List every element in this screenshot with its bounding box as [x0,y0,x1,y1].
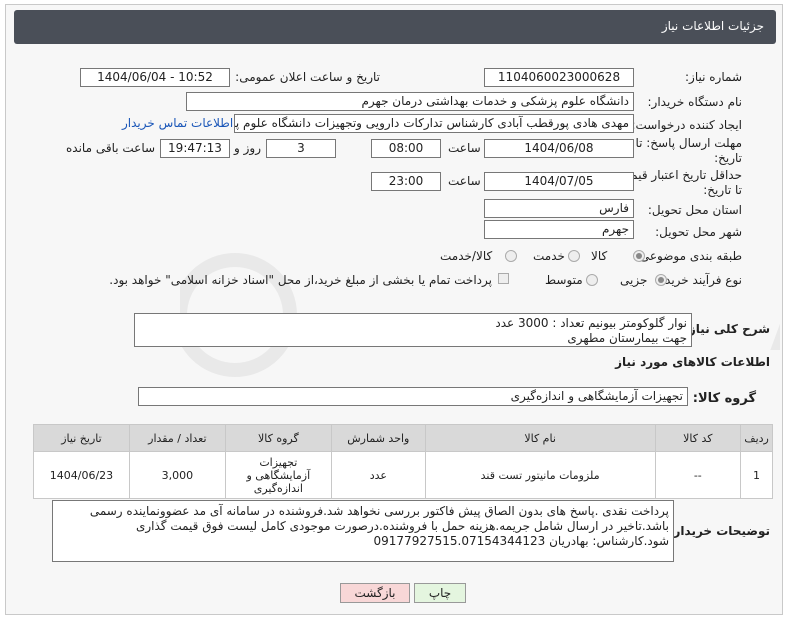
cell-code: -- [654,451,742,499]
category-radio-service[interactable] [568,250,580,262]
need-number-label: شماره نیاز: [685,70,742,84]
creator-field: مهدی هادی پورقطب آبادی کارشناس تدارکات د… [234,114,634,133]
buyer-contact-link[interactable]: اطلاعات تماس خریدار [122,116,233,130]
buyer-notes-label: توضیحات خریدار: [668,524,770,538]
announce-field: 1404/06/04 - 10:52 [80,68,230,87]
goods-table: ردیف کد کالا نام کالا واحد شمارش گروه کا… [33,424,773,499]
goods-group-field: تجهیزات آزمایشگاهی و اندازه‌گیری [138,387,688,406]
buyer-notes-field: پرداخت نقدی .پاسخ های بدون الصاق پیش فاک… [52,500,674,562]
need-number-field: 1104060023000628 [484,68,634,87]
process-option-minor: جزیی [620,273,648,287]
description-line-1: نوار گلوکومتر بیونیم تعداد : 3000 عدد [495,316,687,330]
buyer-label: نام دستگاه خریدار: [647,95,743,109]
goods-table-header: ردیف کد کالا نام کالا واحد شمارش گروه کا… [33,424,773,452]
validity-time-label: ساعت [448,174,481,188]
col-code: کد کالا [654,424,742,452]
cell-date: 1404/06/23 [33,451,130,499]
deadline-label-1: مهلت ارسال پاسخ: تا [635,136,742,150]
category-option-service: خدمت [533,249,565,263]
description-field: نوار گلوکومتر بیونیم تعداد : 3000 عدد جه… [134,313,692,347]
remaining-time-field: 19:47:13 [160,139,230,158]
city-field: جهرم [484,220,634,239]
treasury-checkbox[interactable] [498,273,509,284]
col-unit: واحد شمارش [330,424,426,452]
days-field: 3 [266,139,336,158]
goods-group-label: گروه کالا: [692,391,756,406]
table-row: 1 -- ملزومات مانیتور تست قند عدد تجهیزات… [33,451,773,499]
cell-name: ملزومات مانیتور تست قند [424,451,656,499]
creator-label: ایجاد کننده درخواست: [631,118,742,132]
back-button[interactable]: بازگشت [340,583,410,603]
col-name: نام کالا [424,424,656,452]
buyer-field: دانشگاه علوم پزشکی و خدمات بهداشتی درمان… [186,92,634,111]
deadline-time-label: ساعت [448,141,481,155]
category-radio-goods[interactable] [633,250,645,262]
goods-info-heading: اطلاعات کالاهای مورد نیاز [615,355,770,369]
announce-label: تاریخ و ساعت اعلان عمومی: [235,70,380,84]
cell-row: 1 [740,451,773,499]
cell-group: تجهیزات آزمایشگاهی و اندازه‌گیری [224,451,332,499]
print-button[interactable]: چاپ [414,583,466,603]
province-field: فارس [484,199,634,218]
validity-label-2: تا تاریخ: [703,183,742,197]
validity-label-1: حداقل تاریخ اعتبار قیمت: [615,168,742,182]
days-label: روز و [234,141,261,155]
deadline-label-2: تاریخ: [714,151,742,165]
category-option-both: کالا/خدمت [440,249,493,263]
category-radio-both[interactable] [505,250,517,262]
city-label: شهر محل تحویل: [655,225,742,239]
cell-quantity: 3,000 [128,451,226,499]
cell-unit: عدد [330,451,426,499]
col-date: تاریخ نیاز [33,424,130,452]
page-title: جزئیات اطلاعات نیاز [661,19,764,33]
deadline-date-field: 1404/06/08 [484,139,634,158]
validity-time-field: 23:00 [371,172,441,191]
payment-note: پرداخت تمام یا بخشی از مبلغ خرید،از محل … [109,273,492,287]
description-line-2: جهت بیمارستان مطهری [567,331,687,345]
remaining-label: ساعت باقی مانده [66,141,156,155]
description-label: شرح کلی نیاز: [684,322,770,336]
validity-date-field: 1404/07/05 [484,172,634,191]
deadline-time-field: 08:00 [371,139,441,158]
col-row: ردیف [740,424,773,452]
process-label: نوع فرآیند خرید : [657,273,742,287]
col-quantity: تعداد / مقدار [128,424,226,452]
title-bar: جزئیات اطلاعات نیاز [14,10,776,44]
category-label: طبقه بندی موضوعی: [635,249,742,263]
col-group: گروه کالا [224,424,332,452]
process-radio-medium[interactable] [586,274,598,286]
province-label: استان محل تحویل: [647,203,742,217]
category-option-goods: کالا [591,249,608,263]
process-radio-minor[interactable] [655,274,667,286]
process-option-medium: متوسط [545,273,583,287]
announce-value: 1404/06/04 - 10:52 [97,70,213,84]
